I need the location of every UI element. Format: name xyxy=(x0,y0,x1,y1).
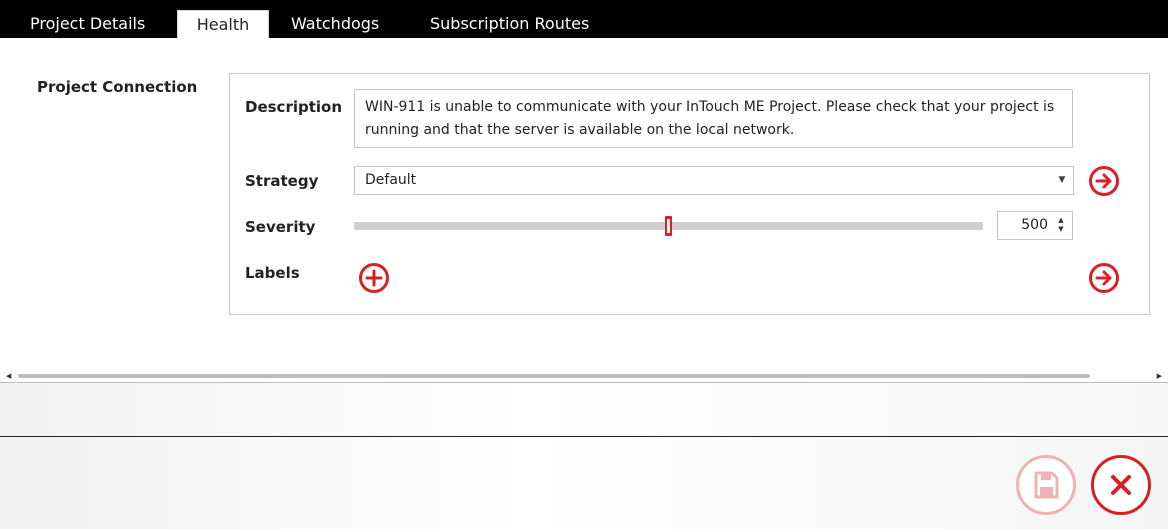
scroll-left-icon[interactable]: ◀ xyxy=(6,372,11,380)
description-field[interactable]: WIN-911 is unable to communicate with yo… xyxy=(354,89,1073,148)
strategy-label: Strategy xyxy=(245,172,319,190)
severity-slider-thumb[interactable] xyxy=(665,216,672,236)
severity-label: Severity xyxy=(245,218,316,236)
tab-subscription-routes[interactable]: Subscription Routes xyxy=(422,10,597,38)
floppy-disk-icon xyxy=(1034,471,1059,499)
section-title: Project Connection xyxy=(37,78,198,96)
cancel-button[interactable] xyxy=(1091,455,1151,515)
labels-label: Labels xyxy=(245,264,300,282)
tab-watchdogs[interactable]: Watchdogs xyxy=(283,10,387,38)
strategy-select[interactable]: Default ▼ xyxy=(354,166,1074,195)
plus-circle-icon xyxy=(365,269,383,287)
tab-project-details[interactable]: Project Details xyxy=(22,10,153,38)
strategy-value: Default xyxy=(365,172,417,188)
add-label-button[interactable] xyxy=(359,263,389,293)
labels-go-button[interactable] xyxy=(1089,263,1119,293)
stepper-arrows-icon[interactable]: ▲ ▼ xyxy=(1056,216,1066,236)
action-bar xyxy=(0,437,1168,529)
scroll-right-icon[interactable]: ▶ xyxy=(1157,372,1162,380)
scrollbar-thumb[interactable] xyxy=(18,374,1090,378)
horizontal-scrollbar[interactable]: ◀ ▶ xyxy=(0,370,1168,382)
arrow-right-circle-icon xyxy=(1095,270,1112,286)
severity-stepper[interactable]: 500 ▲ ▼ xyxy=(997,211,1073,240)
severity-value: 500 xyxy=(1021,217,1048,233)
arrow-right-circle-icon xyxy=(1095,173,1112,189)
app-window: Project Details Health Watchdogs Subscri… xyxy=(0,0,1168,529)
footer-band xyxy=(0,382,1168,436)
strategy-go-button[interactable] xyxy=(1089,166,1119,196)
tab-bar: Project Details Health Watchdogs Subscri… xyxy=(0,0,1168,38)
close-icon xyxy=(1111,475,1131,495)
dropdown-caret-icon[interactable]: ▼ xyxy=(1057,167,1067,194)
tab-health[interactable]: Health xyxy=(177,10,269,38)
save-button[interactable] xyxy=(1016,455,1076,515)
description-label: Description xyxy=(245,98,343,116)
